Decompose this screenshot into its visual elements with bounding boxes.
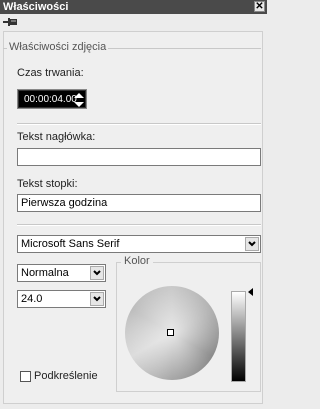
footer-text-input[interactable] bbox=[17, 194, 261, 212]
header-text-label: Tekst nagłówka: bbox=[17, 131, 96, 143]
chevron-down-icon[interactable] bbox=[90, 292, 104, 306]
underline-label: Podkreślenie bbox=[34, 370, 98, 382]
footer-text-label: Tekst stopki: bbox=[17, 178, 78, 190]
duration-value: 00:00:04.00 bbox=[24, 94, 77, 105]
duration-label: Czas trwania: bbox=[17, 67, 84, 79]
font-family-select[interactable]: Microsoft Sans Serif bbox=[17, 235, 261, 253]
color-wheel-marker[interactable] bbox=[167, 329, 174, 336]
underline-checkbox[interactable] bbox=[20, 371, 31, 382]
spinner-icon[interactable] bbox=[74, 93, 84, 107]
font-size-select[interactable]: 24.0 bbox=[17, 290, 106, 308]
chevron-down-icon[interactable] bbox=[245, 237, 259, 251]
header-text-input[interactable] bbox=[17, 148, 261, 166]
font-family-value: Microsoft Sans Serif bbox=[21, 238, 120, 250]
window-titlebar: Właściwości ✕ bbox=[0, 0, 267, 14]
divider bbox=[17, 224, 261, 226]
duration-field[interactable]: 00:00:04.00 bbox=[17, 89, 87, 109]
close-button[interactable]: ✕ bbox=[254, 1, 265, 12]
luminance-slider-handle[interactable] bbox=[248, 288, 253, 296]
chevron-down-icon[interactable] bbox=[90, 266, 104, 280]
divider bbox=[17, 123, 261, 125]
color-label: Kolor bbox=[121, 255, 153, 267]
font-style-select[interactable]: Normalna bbox=[17, 264, 106, 282]
group-title: Właściwości zdjęcia bbox=[7, 41, 109, 53]
font-size-value: 24.0 bbox=[21, 293, 43, 305]
pin-icon[interactable] bbox=[3, 17, 19, 27]
luminance-bar[interactable] bbox=[231, 291, 246, 382]
window-title: Właściwości bbox=[3, 1, 69, 13]
font-style-value: Normalna bbox=[21, 267, 69, 279]
